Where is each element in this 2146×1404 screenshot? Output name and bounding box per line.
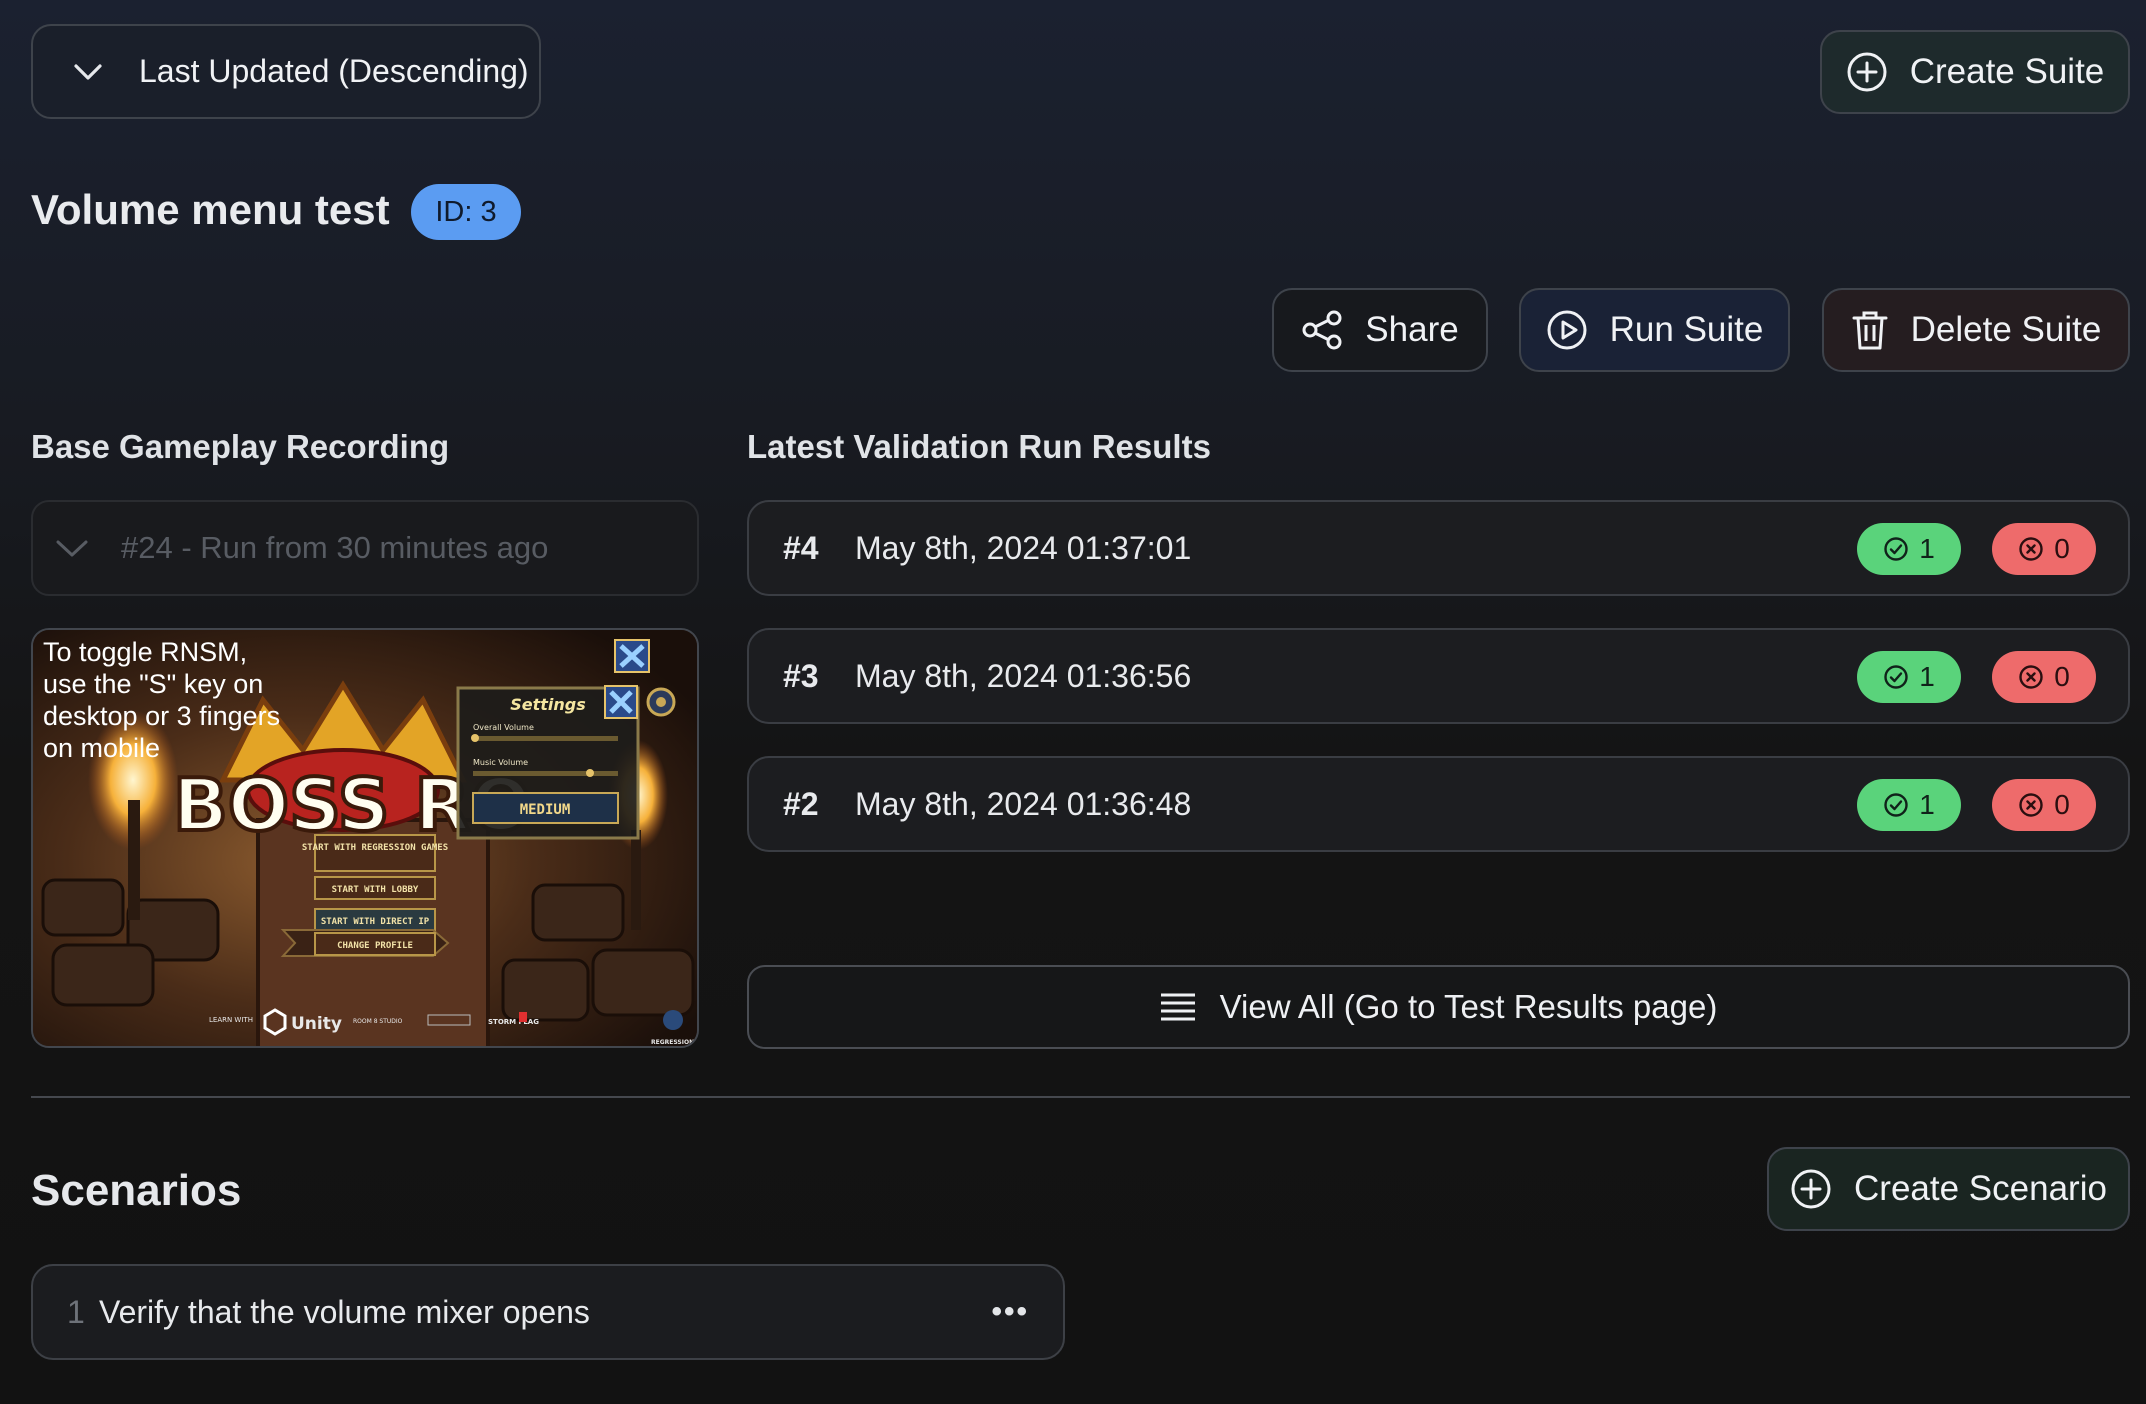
create-suite-button[interactable]: Create Suite — [1820, 30, 2130, 114]
check-circle-icon — [1884, 537, 1908, 561]
run-date: May 8th, 2024 01:37:01 — [855, 529, 1192, 566]
plus-circle-icon — [1847, 52, 1887, 92]
failed-count: 0 — [2054, 789, 2070, 820]
share-button[interactable]: Share — [1272, 288, 1488, 372]
gear-icon — [646, 687, 676, 717]
view-all-button[interactable]: View All (Go to Test Results page) — [747, 965, 2130, 1049]
sort-label: Last Updated (Descending) — [139, 53, 529, 89]
section-divider — [31, 1096, 2130, 1098]
play-circle-icon — [1547, 310, 1587, 350]
share-label: Share — [1365, 310, 1459, 349]
passed-badge: 1 — [1857, 523, 1961, 575]
suite-title: Volume menu test — [31, 186, 390, 233]
check-circle-icon — [1884, 665, 1908, 689]
run-suite-button[interactable]: Run Suite — [1519, 288, 1790, 372]
recording-heading: Base Gameplay Recording — [31, 428, 450, 465]
gameplay-thumbnail[interactable]: BOSS RO START WITH REGRESSION GAMES STAR… — [31, 628, 699, 1048]
run-suite-label: Run Suite — [1609, 310, 1764, 349]
chevron-down-icon — [56, 540, 88, 557]
rnsm-overlay-text: To toggle RNSM, use the "S" key on deskt… — [43, 637, 281, 763]
failed-badge: 0 — [1992, 651, 2096, 703]
run-number: #4 — [783, 529, 819, 566]
scenario-label: Verify that the volume mixer opens — [99, 1293, 590, 1330]
delete-suite-button[interactable]: Delete Suite — [1822, 288, 2130, 372]
run-row[interactable]: #3 May 8th, 2024 01:36:56 1 0 — [747, 628, 2130, 724]
music-volume-label: Music Volume — [473, 758, 528, 767]
run-date: May 8th, 2024 01:36:56 — [855, 657, 1192, 694]
more-options-button[interactable]: ••• — [991, 1295, 1029, 1329]
create-scenario-button[interactable]: Create Scenario — [1767, 1147, 2130, 1231]
scenarios-heading: Scenarios — [31, 1166, 242, 1215]
close-icon — [614, 639, 650, 673]
trash-icon — [1852, 311, 1888, 350]
create-suite-label: Create Suite — [1909, 52, 2105, 91]
scenario-item[interactable]: 1 Verify that the volume mixer opens ••• — [31, 1264, 1065, 1360]
passed-badge: 1 — [1857, 651, 1961, 703]
room8-logo: ROOM 8 STUDIO — [353, 1018, 403, 1025]
run-row[interactable]: #4 May 8th, 2024 01:37:01 1 0 — [747, 500, 2130, 596]
x-circle-icon — [2019, 793, 2043, 817]
passed-badge: 1 — [1857, 779, 1961, 831]
menu-item-1: START WITH REGRESSION GAMES — [302, 843, 448, 853]
learn-with-logo: LEARN WITH — [209, 1016, 253, 1024]
run-date: May 8th, 2024 01:36:48 — [855, 785, 1192, 822]
failed-count: 0 — [2054, 533, 2070, 564]
share-icon — [1302, 310, 1342, 350]
difficulty-label: MEDIUM — [520, 802, 571, 818]
x-circle-icon — [2019, 537, 2043, 561]
overall-volume-label: Overall Volume — [473, 723, 534, 732]
delete-suite-label: Delete Suite — [1910, 310, 2102, 349]
passed-count: 1 — [1919, 661, 1935, 692]
chevron-down-icon — [74, 63, 102, 80]
recording-select-label: #24 - Run from 30 minutes ago — [121, 530, 549, 565]
check-circle-icon — [1884, 793, 1908, 817]
menu-item-2: START WITH LOBBY — [332, 885, 419, 895]
scenario-index: 1 — [67, 1293, 85, 1330]
create-scenario-label: Create Scenario — [1854, 1169, 2107, 1208]
unity-logo: Unity — [291, 1014, 342, 1034]
failed-badge: 0 — [1992, 523, 2096, 575]
passed-count: 1 — [1919, 789, 1935, 820]
results-heading: Latest Validation Run Results — [747, 428, 1211, 465]
run-row[interactable]: #2 May 8th, 2024 01:36:48 1 0 — [747, 756, 2130, 852]
run-number: #2 — [783, 785, 819, 822]
recording-select[interactable]: #24 - Run from 30 minutes ago — [31, 500, 699, 596]
x-circle-icon — [2019, 665, 2043, 689]
run-number: #3 — [783, 657, 819, 694]
view-all-label: View All (Go to Test Results page) — [1219, 988, 1718, 1025]
failed-count: 0 — [2054, 661, 2070, 692]
settings-title: Settings — [510, 695, 586, 714]
stormflag-logo: STORM FLAG — [488, 1018, 539, 1026]
sort-select[interactable]: Last Updated (Descending) — [31, 24, 541, 119]
regression-logo: REGRESSION — [651, 1039, 694, 1046]
id-badge: ID: 3 — [411, 184, 521, 240]
menu-item-4: CHANGE PROFILE — [337, 941, 413, 951]
plus-circle-icon — [1791, 1169, 1831, 1209]
failed-badge: 0 — [1992, 779, 2096, 831]
passed-count: 1 — [1919, 533, 1935, 564]
menu-item-3: START WITH DIRECT IP — [321, 917, 430, 927]
list-icon — [1160, 993, 1195, 1021]
close-icon — [604, 685, 638, 719]
